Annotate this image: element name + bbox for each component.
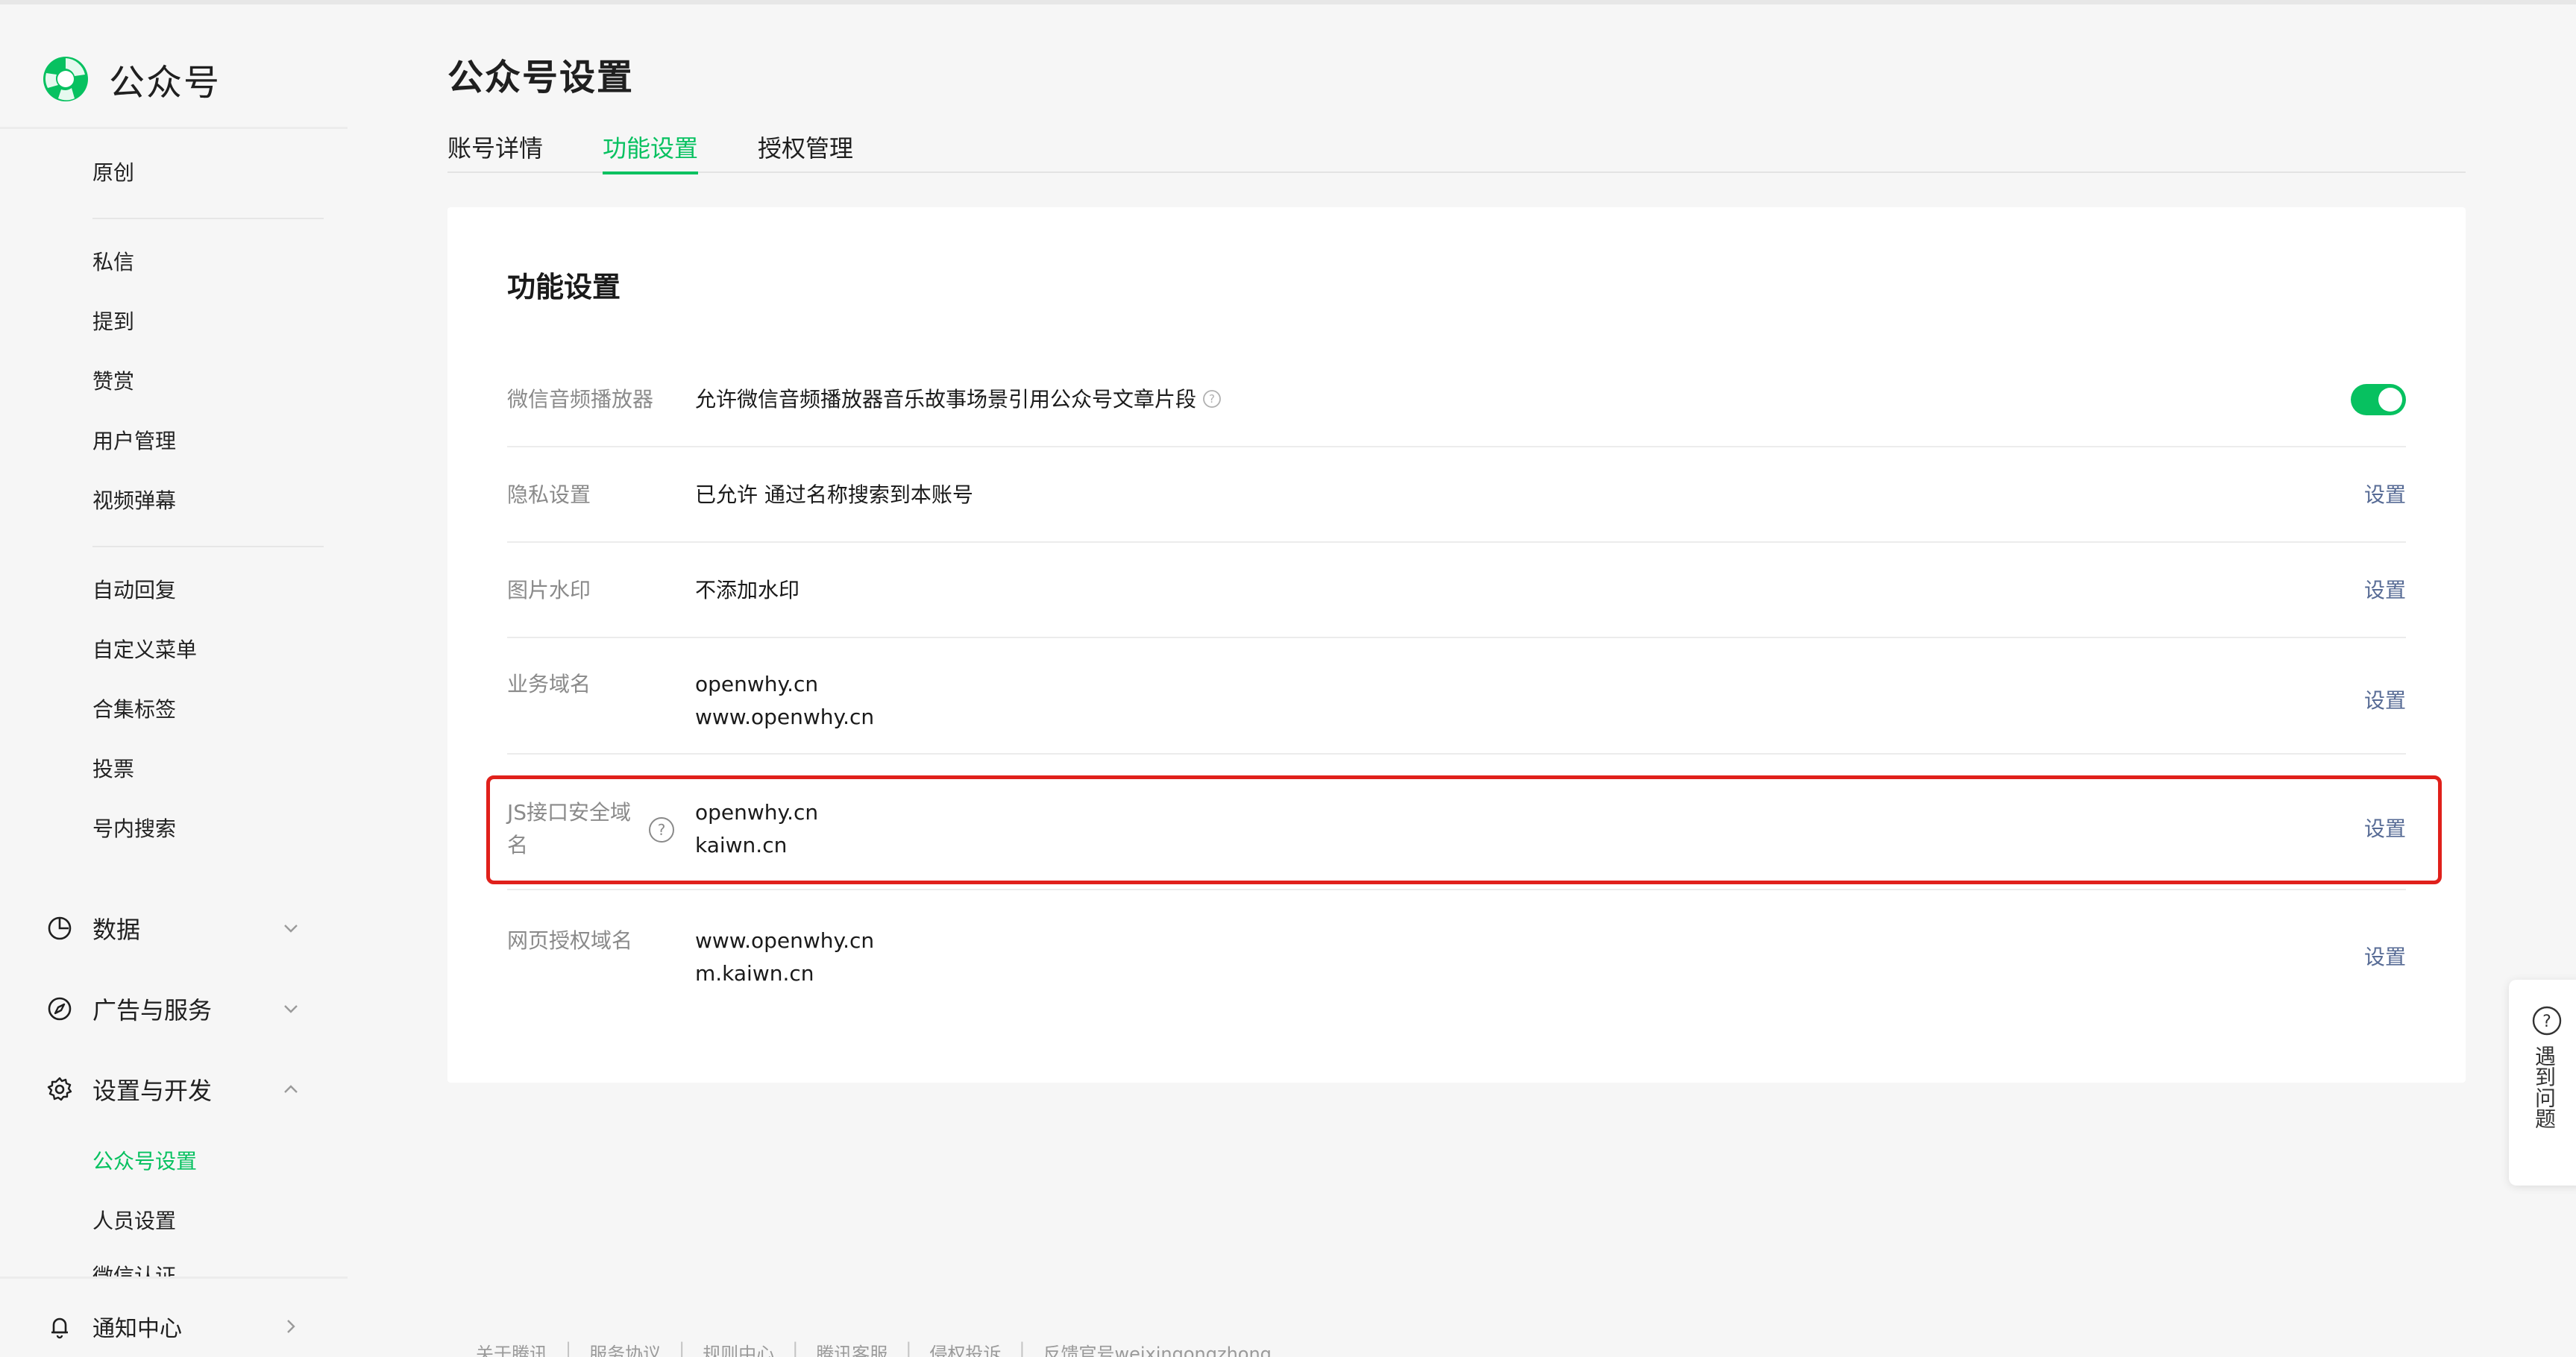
row-value-line: m.kaiwn.cn bbox=[695, 961, 814, 986]
nav-divider bbox=[92, 546, 324, 547]
tab-account-details[interactable]: 账号详情 bbox=[447, 130, 543, 171]
row-label: 网页授权域名 bbox=[507, 928, 633, 953]
sidebar-item-auto-reply[interactable]: 自动回复 bbox=[92, 576, 176, 605]
row-divider bbox=[507, 446, 2406, 447]
row-label: 业务域名 bbox=[507, 672, 591, 696]
bell-icon bbox=[51, 1317, 68, 1339]
row-value: 不添加水印 bbox=[695, 578, 800, 602]
row-divider bbox=[507, 753, 2406, 755]
brand-logo[interactable]: 公众号 bbox=[40, 52, 221, 106]
row-value: 允许微信音频播放器音乐故事场景引用公众号文章片段 ? bbox=[695, 383, 1222, 416]
question-circle-icon: ? bbox=[2532, 1006, 2562, 1036]
sidebar-item-collection-tags[interactable]: 合集标签 bbox=[92, 695, 176, 725]
sidebar-item-video-danmaku[interactable]: 视频弹幕 bbox=[92, 486, 176, 516]
row-label: 微信音频播放器 bbox=[507, 387, 654, 412]
feature-settings-card: 功能设置 微信音频播放器 允许微信音频播放器音乐故事场景引用公众号文章片段 ? … bbox=[447, 207, 2466, 1083]
brand-name: 公众号 bbox=[109, 62, 222, 104]
sidebar-notification-center[interactable]: 通知中心 bbox=[46, 1308, 300, 1345]
nav-divider bbox=[92, 218, 324, 219]
web-auth-domain-settings-link[interactable]: 设置 bbox=[2364, 941, 2406, 974]
setting-row-business-domain: 业务域名 openwhy.cn www.openwhy.cn 设置 bbox=[507, 668, 2406, 755]
row-label: 图片水印 bbox=[507, 578, 591, 602]
tab-authorization[interactable]: 授权管理 bbox=[758, 130, 853, 171]
footer-link[interactable]: 腾讯客服 bbox=[816, 1339, 888, 1357]
row-value-text: 允许微信音频播放器音乐故事场景引用公众号文章片段 bbox=[695, 387, 1197, 412]
watermark-settings-link[interactable]: 设置 bbox=[2364, 574, 2406, 607]
svg-text:?: ? bbox=[1209, 392, 1215, 406]
highlight-box bbox=[486, 775, 2442, 884]
pie-chart-icon bbox=[48, 916, 72, 940]
footer-link[interactable]: 关于腾讯 bbox=[476, 1339, 547, 1357]
tab-feature-settings[interactable]: 功能设置 bbox=[603, 130, 699, 174]
audio-player-toggle[interactable] bbox=[2351, 384, 2406, 415]
sidebar-item-messages[interactable]: 私信 bbox=[92, 248, 134, 277]
chevron-down-icon bbox=[284, 925, 298, 933]
toggle-knob bbox=[2378, 388, 2402, 412]
sidebar-item-staff-settings[interactable]: 人员设置 bbox=[92, 1206, 176, 1236]
row-value-line: www.openwhy.cn bbox=[695, 928, 875, 953]
floating-help-button[interactable]: ? 遇到问题 bbox=[2509, 980, 2576, 1186]
page-title: 公众号设置 bbox=[447, 57, 635, 98]
setting-row-privacy: 隐私设置 已允许 通过名称搜索到本账号 设置 bbox=[507, 479, 2406, 543]
notify-label: 通知中心 bbox=[92, 1316, 182, 1342]
card-title: 功能设置 bbox=[507, 271, 621, 303]
notify-divider bbox=[0, 1276, 348, 1279]
floating-help-label: 遇到问题 bbox=[2532, 1045, 2557, 1129]
footer-separator: | bbox=[679, 1339, 685, 1357]
footer-link[interactable]: 侵权投诉 bbox=[929, 1339, 1001, 1357]
footer-link[interactable]: 服务协议 bbox=[589, 1339, 661, 1357]
sidebar-item-wechat-verify[interactable]: 微信认证 bbox=[92, 1262, 176, 1276]
compass-icon bbox=[48, 997, 72, 1021]
setting-row-watermark: 图片水印 不添加水印 设置 bbox=[507, 574, 2406, 638]
sidebar-item-custom-menu[interactable]: 自定义菜单 bbox=[92, 635, 197, 665]
sidebar-item-mentions[interactable]: 提到 bbox=[92, 307, 134, 337]
sidebar-group-ads-services[interactable]: 广告与服务 bbox=[46, 990, 300, 1027]
row-divider bbox=[507, 637, 2406, 638]
footer-separator: | bbox=[1019, 1339, 1025, 1357]
chevron-down-icon bbox=[284, 1005, 298, 1013]
sidebar-item-in-account-search[interactable]: 号内搜索 bbox=[92, 814, 176, 844]
row-value: 已允许 通过名称搜索到本账号 bbox=[695, 482, 973, 507]
svg-text:?: ? bbox=[2542, 1013, 2551, 1031]
footer-link[interactable]: 规则中心 bbox=[703, 1339, 774, 1357]
sidebar-item-clip: 微信认证 bbox=[92, 1262, 331, 1276]
footer-links: 关于腾讯 | 服务协议 | 规则中心 | 腾讯客服 | 侵权投诉 | 反馈官号weixin… bbox=[476, 1339, 1272, 1357]
business-domain-settings-link[interactable]: 设置 bbox=[2364, 684, 2406, 717]
sidebar-group-data[interactable]: 数据 bbox=[46, 910, 300, 947]
sidebar-group-settings-dev[interactable]: 设置与开发 bbox=[46, 1071, 300, 1108]
sidebar-group-label: 广告与服务 bbox=[92, 996, 213, 1024]
tab-bar: 账号详情 功能设置 授权管理 bbox=[447, 127, 2466, 174]
sidebar-item-vote[interactable]: 投票 bbox=[92, 755, 134, 784]
row-value-line: www.openwhy.cn bbox=[695, 705, 875, 729]
chevron-up-icon bbox=[284, 1085, 298, 1093]
setting-row-audio-player: 微信音频播放器 允许微信音频播放器音乐故事场景引用公众号文章片段 ? bbox=[507, 383, 2406, 447]
chevron-right-icon bbox=[287, 1320, 295, 1333]
sidebar-item-original[interactable]: 原创 bbox=[92, 158, 134, 188]
row-divider bbox=[507, 889, 2406, 890]
footer-separator: | bbox=[565, 1339, 572, 1357]
wechat-official-account-logo-icon bbox=[43, 57, 88, 101]
top-border bbox=[0, 0, 2576, 4]
sidebar-group-label: 数据 bbox=[92, 916, 141, 944]
page: 公众号 原创 私信 提到 赞赏 用户管理 视频弹幕 自动回复 自定义菜单 合集标… bbox=[0, 0, 2576, 1357]
sidebar-group-label: 设置与开发 bbox=[92, 1077, 213, 1105]
row-value-line: openwhy.cn bbox=[695, 672, 819, 696]
footer-link[interactable]: 反馈官号weixingongzhong bbox=[1043, 1339, 1271, 1357]
help-icon[interactable]: ? bbox=[1202, 389, 1222, 409]
footer-separator: | bbox=[905, 1339, 912, 1357]
sidebar-item-account-settings[interactable]: 公众号设置 bbox=[92, 1147, 197, 1177]
sidebar: 公众号 原创 私信 提到 赞赏 用户管理 视频弹幕 自动回复 自定义菜单 合集标… bbox=[0, 4, 348, 1357]
row-label: 隐私设置 bbox=[507, 482, 591, 507]
footer-separator: | bbox=[792, 1339, 799, 1357]
gear-icon bbox=[47, 1077, 72, 1101]
logo-divider bbox=[0, 127, 348, 129]
sidebar-item-users[interactable]: 用户管理 bbox=[92, 426, 176, 456]
sidebar-item-rewards[interactable]: 赞赏 bbox=[92, 367, 134, 397]
row-divider bbox=[507, 541, 2406, 543]
privacy-settings-link[interactable]: 设置 bbox=[2364, 479, 2406, 511]
setting-row-web-auth-domain: 网页授权域名 www.openwhy.cn m.kaiwn.cn 设置 bbox=[507, 925, 2406, 1008]
